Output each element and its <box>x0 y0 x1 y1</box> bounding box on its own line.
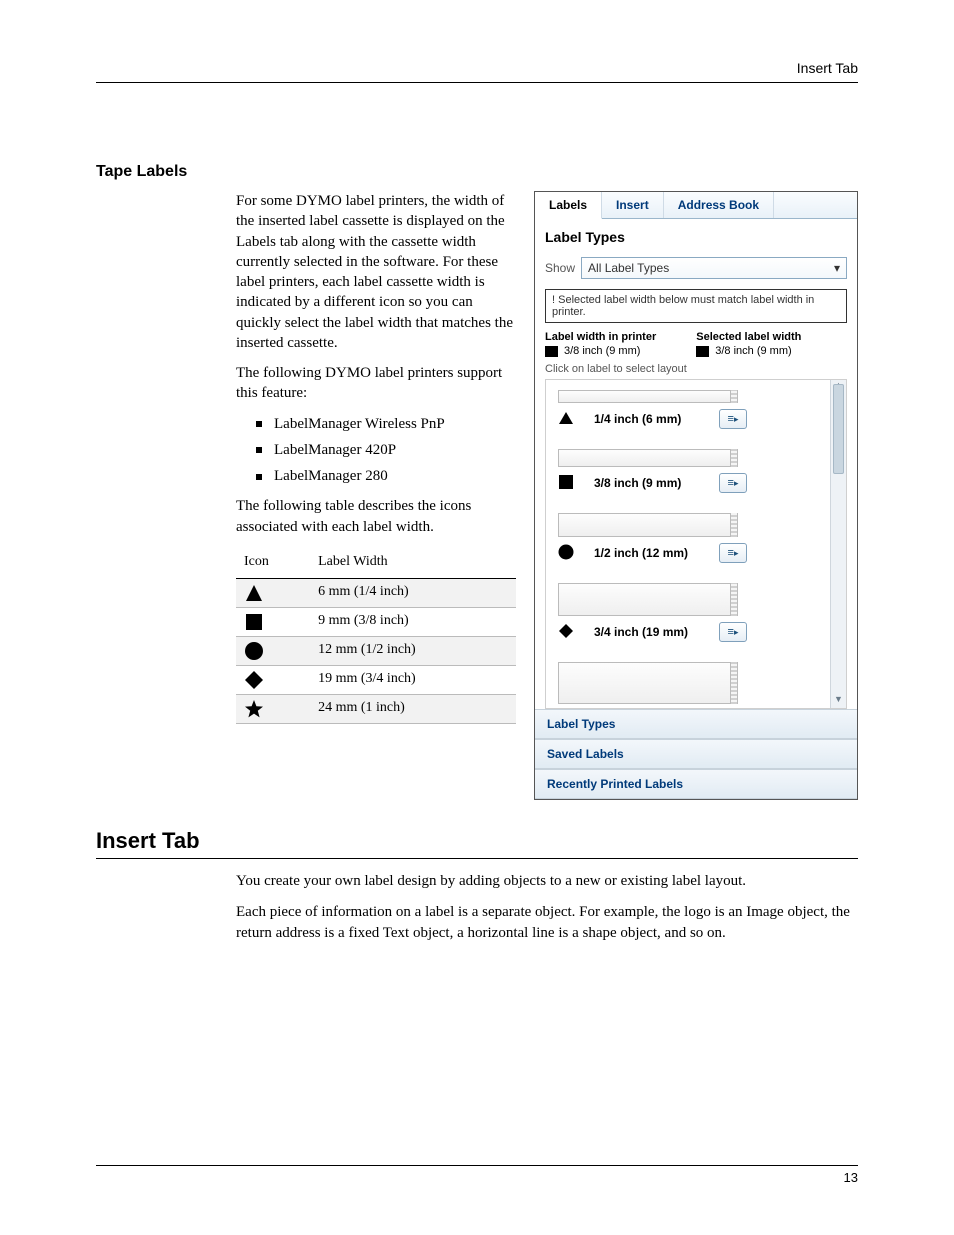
layout-name: 1/2 inch (12 mm) <box>594 546 699 560</box>
labels-panel-screenshot: Labels Insert Address Book Label Types S… <box>534 191 858 800</box>
selected-width-label: Selected label width <box>696 331 801 343</box>
table-cell: 19 mm (3/4 inch) <box>310 665 516 694</box>
layout-list: ▲ ▼ 1/4 inch (6 mm)≡▸3/8 inch (9 mm)≡▸1/… <box>545 379 847 709</box>
paragraph: For some DYMO label printers, the width … <box>236 191 516 353</box>
scrollbar[interactable]: ▲ ▼ <box>830 380 846 708</box>
layout-menu-button[interactable]: ≡▸ <box>719 409 747 429</box>
page-number: 13 <box>844 1170 858 1185</box>
table-row: 19 mm (3/4 inch) <box>236 665 516 694</box>
triangle-icon <box>558 410 574 429</box>
tab-insert[interactable]: Insert <box>602 192 664 218</box>
layout-item[interactable]: 1/4 inch (6 mm) ≡▸ <box>546 380 846 439</box>
circle-icon <box>236 636 310 665</box>
label-preview <box>558 662 738 704</box>
star-icon <box>236 694 310 723</box>
table-cell: 9 mm (3/8 inch) <box>310 607 516 636</box>
table-header: Label Width <box>310 547 516 578</box>
square-icon <box>545 346 558 357</box>
paragraph: The following table describes the icons … <box>236 496 516 537</box>
table-row: 24 mm (1 inch) <box>236 694 516 723</box>
label-preview <box>558 513 738 537</box>
section-heading-tape-labels: Tape Labels <box>96 163 858 181</box>
scroll-thumb[interactable] <box>833 384 844 474</box>
layout-menu-button[interactable]: ≡▸ <box>719 473 747 493</box>
paragraph: The following DYMO label printers suppor… <box>236 363 516 404</box>
accordion-recently-printed[interactable]: Recently Printed Labels <box>535 769 857 799</box>
list-item: LabelManager 420P <box>256 440 516 460</box>
table-row: 12 mm (1/2 inch) <box>236 636 516 665</box>
accordion-label-types[interactable]: Label Types <box>535 709 857 739</box>
diamond-icon <box>236 665 310 694</box>
layout-item[interactable]: 3/4 inch (19 mm) ≡▸ <box>546 573 846 652</box>
list-item: LabelManager Wireless PnP <box>256 414 516 434</box>
scroll-down-icon[interactable]: ▼ <box>831 694 846 708</box>
layout-menu-button[interactable]: ≡▸ <box>719 622 747 642</box>
printer-width-label: Label width in printer <box>545 331 656 343</box>
label-preview <box>558 583 738 616</box>
icon-width-table: Icon Label Width 6 mm (1/4 inch) 9 mm (3… <box>236 547 516 724</box>
chevron-down-icon: ▾ <box>834 261 840 275</box>
body-text-column: For some DYMO label printers, the width … <box>236 191 516 724</box>
paragraph: You create your own label design by addi… <box>236 871 858 892</box>
table-cell: 12 mm (1/2 inch) <box>310 636 516 665</box>
paragraph: Each piece of information on a label is … <box>236 902 858 944</box>
table-cell: 6 mm (1/4 inch) <box>310 578 516 607</box>
panel-tabs: Labels Insert Address Book <box>535 192 857 219</box>
diamond-icon <box>558 623 574 642</box>
select-value: All Label Types <box>588 261 669 275</box>
width-warning: ! Selected label width below must match … <box>545 289 847 323</box>
printer-list: LabelManager Wireless PnP LabelManager 4… <box>236 414 516 487</box>
square-icon <box>236 607 310 636</box>
square-icon <box>696 346 709 357</box>
layout-item[interactable]: 1/2 inch (12 mm) ≡▸ <box>546 503 846 573</box>
section-heading-insert-tab: Insert Tab <box>96 828 858 859</box>
tab-address-book[interactable]: Address Book <box>664 192 774 218</box>
table-row: 6 mm (1/4 inch) <box>236 578 516 607</box>
layout-name: 1/4 inch (6 mm) <box>594 412 699 426</box>
show-label: Show <box>545 261 575 275</box>
printer-width-value: 3/8 inch (9 mm) <box>564 345 640 357</box>
label-type-select[interactable]: All Label Types ▾ <box>581 257 847 279</box>
label-preview <box>558 449 738 467</box>
list-item: LabelManager 280 <box>256 466 516 486</box>
running-header: Insert Tab <box>96 60 858 83</box>
selected-width-value: 3/8 inch (9 mm) <box>715 345 791 357</box>
tab-labels[interactable]: Labels <box>535 192 602 219</box>
triangle-icon <box>236 578 310 607</box>
layout-name: 3/4 inch (19 mm) <box>594 625 699 639</box>
circle-icon <box>558 544 574 563</box>
accordion-saved-labels[interactable]: Saved Labels <box>535 739 857 769</box>
layout-item[interactable]: 1 inch (24 mm)≡▸ <box>546 652 846 709</box>
layout-menu-button[interactable]: ≡▸ <box>719 543 747 563</box>
label-preview <box>558 390 738 403</box>
panel-title: Label Types <box>545 229 847 245</box>
layout-hint: Click on label to select layout <box>545 363 847 375</box>
running-title: Insert Tab <box>797 60 858 76</box>
square-icon <box>558 474 574 493</box>
layout-item[interactable]: 3/8 inch (9 mm) ≡▸ <box>546 439 846 503</box>
table-cell: 24 mm (1 inch) <box>310 694 516 723</box>
table-row: 9 mm (3/8 inch) <box>236 607 516 636</box>
body-text-column: You create your own label design by addi… <box>236 871 858 944</box>
layout-name: 3/8 inch (9 mm) <box>594 476 699 490</box>
page-footer: 13 <box>96 1165 858 1185</box>
table-header: Icon <box>236 547 310 578</box>
